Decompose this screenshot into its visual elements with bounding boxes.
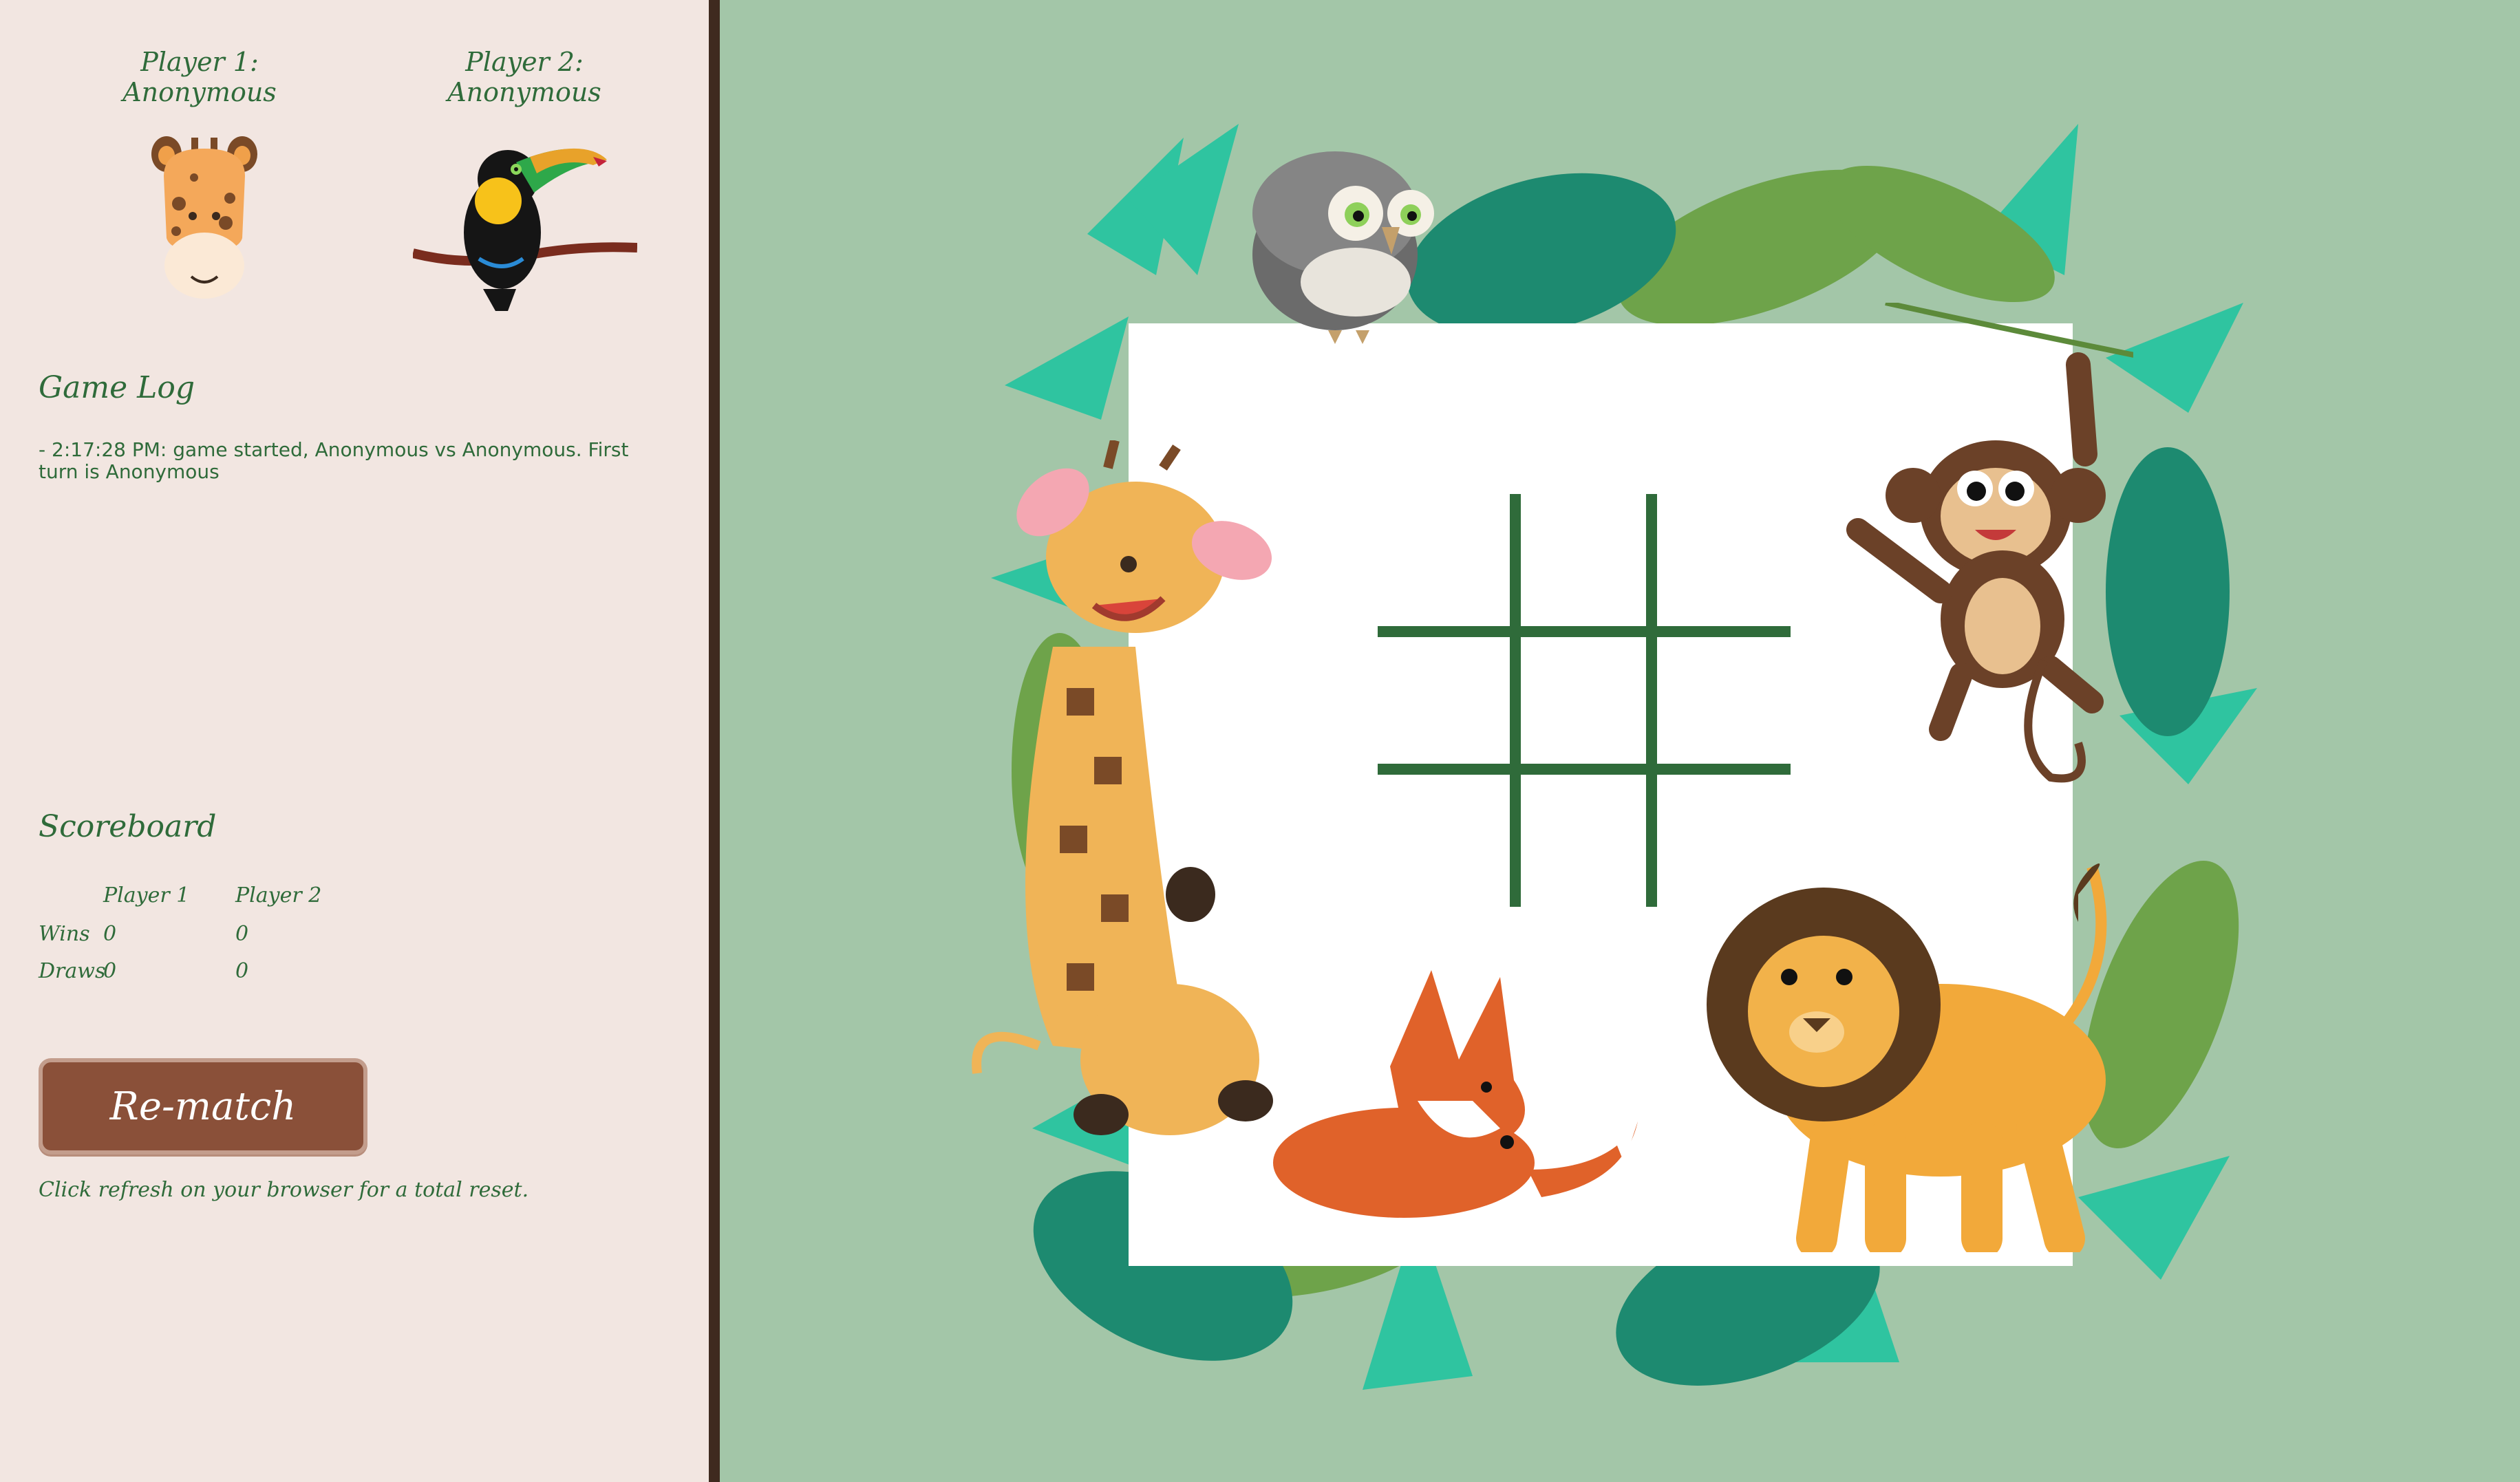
- scoreboard-draws-player-2: 0: [235, 959, 249, 983]
- board-cell[interactable]: [1378, 637, 1514, 773]
- scoreboard-header-player-1: Player 1: [103, 883, 190, 908]
- giraffe-icon: [972, 440, 1273, 1135]
- scoreboard-wins-player-1: 0: [103, 922, 117, 946]
- board-cell[interactable]: [1657, 637, 1793, 773]
- board-cell[interactable]: [1521, 494, 1657, 630]
- board-cell[interactable]: [1657, 494, 1793, 630]
- board-cell[interactable]: [1378, 494, 1514, 630]
- scoreboard-row-label-draws: Draws: [39, 959, 106, 983]
- reset-note: Click refresh on your browser for a tota…: [39, 1178, 529, 1202]
- scoreboard-header-player-2: Player 2: [235, 883, 322, 908]
- scoreboard-wins-player-2: 0: [235, 922, 249, 946]
- toucan-icon: [413, 129, 637, 312]
- board-cell[interactable]: [1521, 637, 1657, 773]
- monkey-icon: [1846, 303, 2133, 783]
- scoreboard-title: Scoreboard: [39, 809, 217, 844]
- game-log-title: Game Log: [39, 370, 195, 405]
- board-cell[interactable]: [1521, 775, 1657, 911]
- lion-icon: [1707, 863, 2107, 1252]
- player-2-name: Player 2: Anonymous: [447, 47, 601, 107]
- scoreboard-row-label-wins: Wins: [39, 922, 90, 946]
- owl-icon: [1252, 151, 1434, 344]
- game-log-entry: - 2:17:28 PM: game started, Anonymous vs…: [39, 438, 629, 483]
- fox-icon: [1273, 970, 1638, 1218]
- rematch-button[interactable]: Re-match: [39, 1058, 367, 1155]
- scoreboard-draws-player-1: 0: [103, 959, 117, 983]
- player-1-name: Player 1: Anonymous: [122, 47, 277, 107]
- giraffe-face-icon: [149, 135, 260, 303]
- board-cell[interactable]: [1378, 775, 1514, 911]
- panel-divider: [709, 0, 720, 1482]
- sidebar: Player 1: Anonymous Player 2: Anonymous: [0, 0, 709, 1482]
